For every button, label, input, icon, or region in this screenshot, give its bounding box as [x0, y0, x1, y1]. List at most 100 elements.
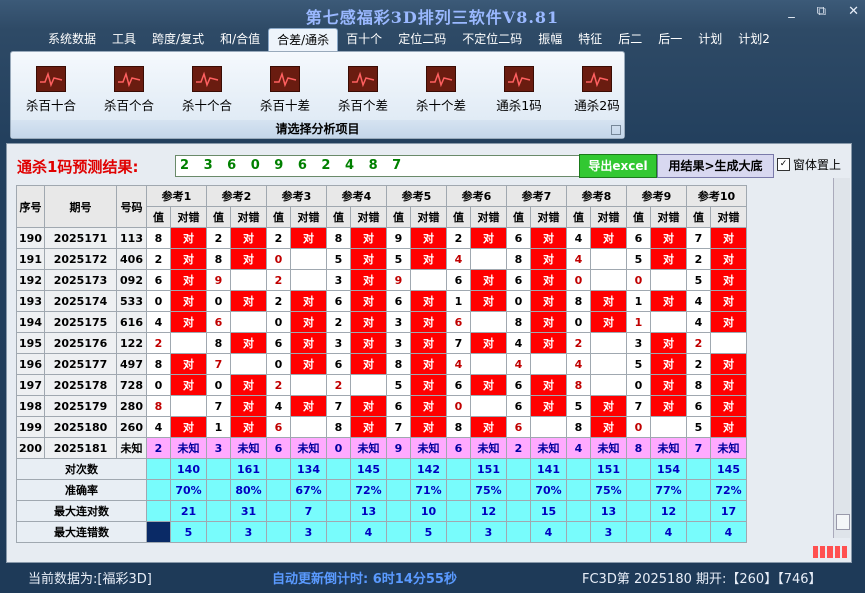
hit-header: 对错: [470, 206, 507, 228]
stats-pad: [626, 479, 651, 501]
table-row[interactable]: 198 2025179 280 8 7 对 4 对 7 对 6 对 0 6 对 5 对 7 对 6 对: [16, 395, 747, 417]
menu-item[interactable]: 和/合值: [212, 28, 268, 50]
stats-value: 70%: [530, 479, 567, 501]
tool-button[interactable]: 杀十个合: [169, 66, 245, 114]
stats-row: 对次数 140 161 134 145 142 151 141 151 154 145: [16, 458, 747, 480]
menu-item[interactable]: 振幅: [530, 28, 570, 50]
value-cell: 6: [326, 290, 351, 312]
status-cell: 未知: [170, 437, 207, 459]
value-cell: 1: [206, 416, 231, 438]
value-cell: 2: [326, 311, 351, 333]
stats-pad: [386, 458, 411, 480]
scrollbar-thumb[interactable]: [836, 514, 850, 530]
menu-item[interactable]: 后一: [650, 28, 690, 50]
value-cell: 8: [566, 290, 591, 312]
hit-cell: 对: [530, 374, 567, 396]
hit-cell: 对: [230, 332, 267, 354]
tool-button[interactable]: 杀百十合: [13, 66, 89, 114]
table-row[interactable]: 194 2025175 616 4 对 6 0 对 2 对 3 对 6 8 对 0 对 1 4 对: [16, 311, 747, 333]
menu-item[interactable]: 定位二码: [390, 28, 454, 50]
menu-item[interactable]: 不定位二码: [454, 28, 530, 50]
tool-button[interactable]: 通杀1码: [481, 66, 557, 114]
stats-pad: [686, 458, 711, 480]
tool-button[interactable]: 杀百十差: [247, 66, 323, 114]
stats-value: 141: [530, 458, 567, 480]
miss-cell: [290, 416, 327, 438]
value-cell: 8: [146, 227, 171, 249]
stats-pad: [626, 521, 651, 543]
hit-header: 对错: [710, 206, 747, 228]
period-cell: 2025177: [44, 353, 117, 375]
menu-item[interactable]: 特征: [570, 28, 610, 50]
value-cell: 7: [686, 227, 711, 249]
value-cell: 2: [206, 227, 231, 249]
reference-header: 参考10: [686, 185, 747, 207]
value-cell: 1: [626, 290, 651, 312]
table-row[interactable]: 193 2025174 533 0 对 0 对 2 对 6 对 6 对 1 对 0 对 8 对 1 对 4 对: [16, 290, 747, 312]
menu-item[interactable]: 计划: [690, 28, 730, 50]
topmost-checkbox[interactable]: ✓: [777, 158, 790, 171]
table-row[interactable]: 191 2025172 406 2 对 8 对 0 5 对 5 对 4 8 对 4 5 对 2 对: [16, 248, 747, 270]
value-cell: 9: [206, 269, 231, 291]
menu-item[interactable]: 系统数据: [40, 28, 104, 50]
value-cell: 6: [446, 374, 471, 396]
hit-header: 对错: [410, 206, 447, 228]
period-cell: 2025173: [44, 269, 117, 291]
table-row[interactable]: 200 2025181 未知 2 未知 3 未知 6 未知 0 未知 9 未知 6 未知 2 未知 4 未知 8 未知 7…: [16, 437, 747, 459]
stats-value: 21: [170, 500, 207, 522]
tool-button[interactable]: 杀百个差: [325, 66, 401, 114]
chart-icon: [348, 66, 378, 92]
chart-icon: [36, 66, 66, 92]
menu-item[interactable]: 计划2: [730, 28, 778, 50]
hit-cell: 对: [710, 290, 747, 312]
ribbon-expand-icon[interactable]: [611, 125, 621, 135]
value-header: 值: [266, 206, 291, 228]
value-cell: 3: [626, 332, 651, 354]
miss-cell: [590, 374, 627, 396]
hit-cell: 对: [350, 311, 387, 333]
hit-cell: 对: [230, 374, 267, 396]
stats-pad: [566, 500, 591, 522]
table-row[interactable]: 190 2025171 113 8 对 2 对 2 对 8 对 9 对 2 对 6 对 4 对 6 对 7 对: [16, 227, 747, 249]
generate-base-button[interactable]: 用结果>生成大底: [657, 154, 774, 178]
table-row[interactable]: 199 2025180 260 4 对 1 对 6 8 对 7 对 8 对 6 8 对 0 5 对: [16, 416, 747, 438]
table-row[interactable]: 197 2025178 728 0 对 0 对 2 2 5 对 6 对 6 对 8 0 对 8 对: [16, 374, 747, 396]
miss-cell: [410, 269, 447, 291]
vertical-scrollbar[interactable]: [833, 178, 850, 538]
miss-cell: [530, 416, 567, 438]
hit-cell: 对: [470, 227, 507, 249]
table-row[interactable]: 195 2025176 122 2 8 对 6 对 3 对 3 对 7 对 4 对 2 3 对 2: [16, 332, 747, 354]
menu-item[interactable]: 工具: [104, 28, 144, 50]
restore-icon[interactable]: ⧉: [817, 4, 826, 19]
value-cell: 2: [686, 332, 711, 354]
close-icon[interactable]: ✕: [848, 4, 859, 19]
hit-cell: 对: [710, 269, 747, 291]
value-cell: 0: [626, 374, 651, 396]
tool-button[interactable]: 杀十个差: [403, 66, 479, 114]
topmost-toggle[interactable]: ✓ 窗体置上: [777, 156, 841, 173]
table-row[interactable]: 196 2025177 497 8 对 7 0 对 6 对 8 对 4 4 4 5 对 2 对: [16, 353, 747, 375]
menu-item[interactable]: 合差/通杀: [268, 28, 339, 51]
tool-button[interactable]: 通杀2码: [559, 66, 635, 114]
stats-value: 4: [530, 521, 567, 543]
table-row[interactable]: 192 2025173 092 6 对 9 2 3 对 9 6 对 6 对 0 0 5 对: [16, 269, 747, 291]
export-excel-button[interactable]: 导出excel: [579, 154, 657, 178]
seq-cell: 196: [16, 353, 45, 375]
reference-header: 参考2: [206, 185, 267, 207]
menu-bar: 系统数据 工具 跨度/复式 和/合值 合差/通杀 百十个 定位二码 不定位二码 振幅 特征 后二 后一…: [40, 28, 778, 51]
tool-button[interactable]: 杀百个合: [91, 66, 167, 114]
stats-pad: [266, 521, 291, 543]
menu-item[interactable]: 跨度/复式: [144, 28, 212, 50]
value-cell: 7: [326, 395, 351, 417]
prediction-output[interactable]: 2 3 6 0 9 6 2 4 8 7: [175, 155, 583, 177]
window-title: 第七感福彩3D排列三软件V8.81: [305, 8, 560, 27]
status-cell: 未知: [230, 437, 267, 459]
period-cell: 2025176: [44, 332, 117, 354]
menu-item[interactable]: 后二: [610, 28, 650, 50]
miss-cell: [590, 248, 627, 270]
stats-label: 最大连错数: [16, 521, 147, 543]
value-cell: 7: [686, 437, 711, 459]
minimize-icon[interactable]: _: [788, 4, 795, 19]
menu-item[interactable]: 百十个: [338, 28, 390, 50]
number-cell: 406: [116, 248, 147, 270]
